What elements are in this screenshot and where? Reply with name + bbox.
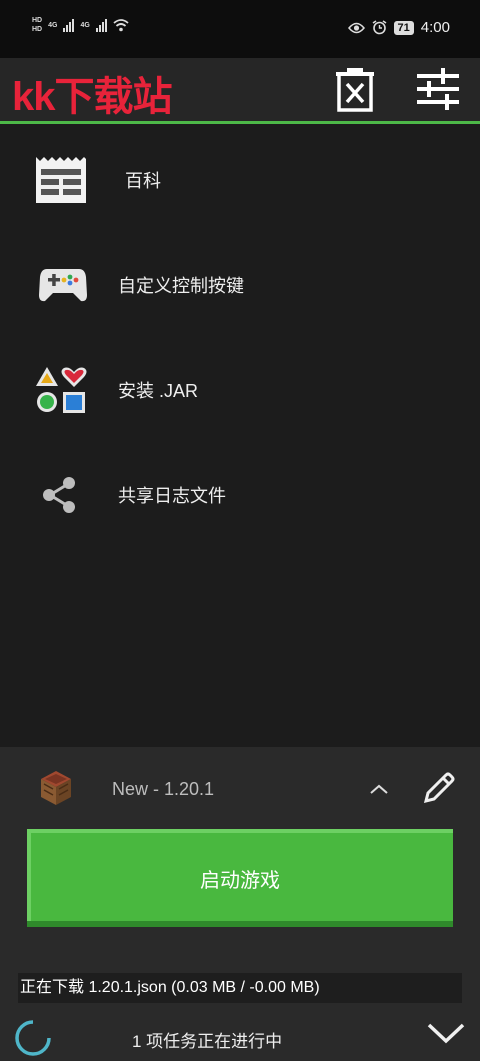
app-bar: kk下载站 xyxy=(0,58,480,124)
menu-item-label: 百科 xyxy=(125,170,161,191)
menu-item-share-logs[interactable]: 共享日志文件 xyxy=(0,442,480,547)
bottom-panel: New - 1.20.1 启动游戏 正在下载 1.20.1.json (0.03… xyxy=(0,747,480,1061)
chevron-up-icon[interactable] xyxy=(369,783,389,795)
network-type-1: 4G xyxy=(48,21,58,29)
task-status-text: 1 项任务正在进行中 xyxy=(132,1032,283,1051)
trash-x-icon xyxy=(336,68,374,112)
loading-spinner-icon xyxy=(15,1020,51,1056)
main-menu: 百科 自定义控制按键 安装 .JAR 共享日志文件 xyxy=(0,127,480,547)
menu-item-label: 安装 .JAR xyxy=(118,380,199,401)
crafting-table-icon xyxy=(41,771,71,805)
signal-icon xyxy=(63,18,75,32)
newspaper-icon xyxy=(34,153,88,207)
status-left: HD HD 4G 4G xyxy=(32,16,129,34)
share-icon xyxy=(32,468,86,522)
profile-name: New - 1.20.1 xyxy=(112,779,215,799)
wifi-icon xyxy=(113,18,129,31)
eye-icon xyxy=(347,22,365,33)
delete-button[interactable] xyxy=(331,64,379,114)
clock: 4:00 xyxy=(420,19,450,36)
status-right: 71 4:00 xyxy=(347,19,450,36)
tune-icon xyxy=(417,68,459,110)
menu-item-install-jar[interactable]: 安装 .JAR xyxy=(0,337,480,442)
hd-label-1: HD xyxy=(32,17,43,24)
app-title: kk下载站 xyxy=(12,75,172,119)
task-status-row[interactable]: 1 项任务正在进行中 xyxy=(0,1009,480,1061)
menu-item-label: 共享日志文件 xyxy=(118,485,226,506)
battery-icon: 71 xyxy=(393,20,414,35)
edit-icon[interactable] xyxy=(422,771,456,805)
menu-item-custom-controls[interactable]: 自定义控制按键 xyxy=(0,232,480,337)
hd-indicators: HD HD xyxy=(32,16,42,34)
chevron-down-icon[interactable] xyxy=(426,1021,466,1047)
download-status: 正在下载 1.20.1.json (0.03 MB / -0.00 MB) xyxy=(18,973,462,1003)
status-bar: HD HD 4G 4G 71 4:00 xyxy=(0,0,480,58)
shapes-icon xyxy=(34,363,88,417)
settings-button[interactable] xyxy=(414,64,462,114)
menu-item-wiki[interactable]: 百科 xyxy=(0,127,480,232)
hd-label-2: HD xyxy=(32,26,43,33)
signal-icon xyxy=(95,18,107,32)
network-type-2: 4G xyxy=(80,21,90,29)
profile-selector[interactable]: New - 1.20.1 xyxy=(0,747,480,829)
menu-item-label: 自定义控制按键 xyxy=(118,275,244,296)
launch-game-button[interactable]: 启动游戏 xyxy=(27,829,453,927)
gamepad-icon xyxy=(36,258,90,312)
alarm-icon xyxy=(372,20,386,35)
